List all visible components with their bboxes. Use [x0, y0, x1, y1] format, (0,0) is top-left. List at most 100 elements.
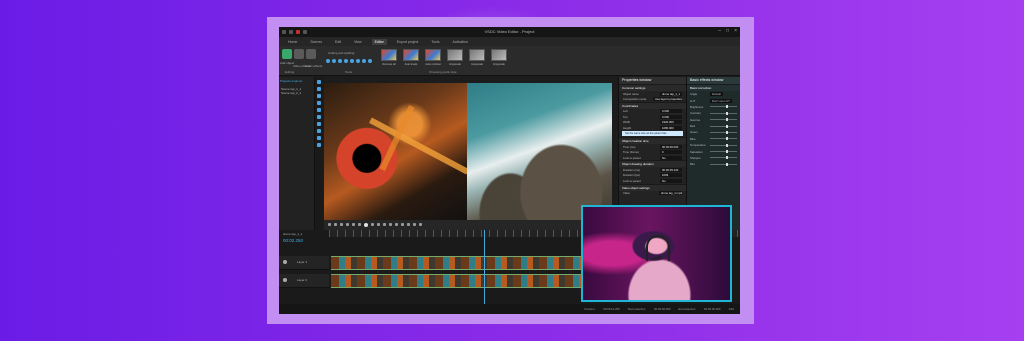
cutting-label[interactable]: Cutting and splitting	[328, 51, 354, 55]
shape-icon[interactable]	[317, 94, 321, 98]
visibility-icon[interactable]	[283, 260, 287, 264]
property-value[interactable]: Use layer's properties	[653, 97, 682, 102]
blur-slider[interactable]	[710, 162, 737, 166]
menu-scenes[interactable]: Scenes	[307, 39, 325, 45]
property-value[interactable]: 1069	[660, 173, 682, 178]
effect-auto-levels[interactable]	[403, 49, 419, 61]
property-value[interactable]: No	[660, 155, 682, 160]
property-value[interactable]: 00:00:35.120	[660, 168, 682, 173]
link-icon[interactable]	[362, 59, 366, 63]
lut-select[interactable]: Don't use LUT	[710, 98, 732, 103]
green-slider[interactable]	[710, 130, 737, 134]
zoom-level[interactable]: 14%	[728, 307, 734, 311]
mask-icon[interactable]	[317, 129, 321, 133]
playback-controls[interactable]	[324, 220, 426, 230]
effect-auto-contrast[interactable]	[425, 49, 441, 61]
zoom-icon[interactable]	[350, 59, 354, 63]
zoom-in-icon[interactable]	[334, 223, 337, 226]
property-row[interactable]: Composition mode Use layer's properties	[619, 96, 686, 102]
basic-correction-section[interactable]: Basic correction	[687, 84, 740, 91]
audio-effects-icon[interactable]	[306, 49, 316, 59]
preset-select[interactable]: Default	[710, 92, 723, 97]
prev-frame-icon[interactable]	[371, 223, 374, 226]
play-icon[interactable]	[364, 223, 368, 227]
temperature-slider[interactable]	[710, 143, 737, 147]
projects-explorer-tab[interactable]: Projects explorer	[280, 79, 303, 83]
effect-grayscale-3[interactable]	[491, 49, 507, 61]
creation-time-section[interactable]: Object creation time	[619, 137, 686, 145]
drawing-duration-section[interactable]: Object drawing duration	[619, 160, 686, 168]
video-clip-layer-1[interactable]	[331, 256, 581, 270]
menu-view[interactable]: View	[351, 39, 365, 45]
menu-export[interactable]: Export project	[394, 39, 422, 45]
close-icon[interactable]: ×	[734, 28, 737, 34]
split-icon[interactable]	[332, 59, 336, 63]
zoom-out-icon[interactable]	[328, 223, 331, 226]
menu-home[interactable]: Home	[285, 39, 300, 45]
audio-icon[interactable]	[317, 115, 321, 119]
brightness-slider[interactable]	[710, 105, 737, 109]
fit-icon[interactable]	[340, 223, 343, 226]
rewind-icon[interactable]	[383, 223, 386, 226]
sprite-icon[interactable]	[317, 143, 321, 147]
next-frame-icon[interactable]	[377, 223, 380, 226]
saturation-slider[interactable]	[710, 150, 737, 154]
playhead[interactable]	[484, 230, 485, 314]
property-value[interactable]: No	[660, 178, 682, 183]
video-icon[interactable]	[317, 108, 321, 112]
split-icon[interactable]	[407, 223, 410, 226]
forward-icon[interactable]	[389, 223, 392, 226]
property-row[interactable]: Video drone tap_1.mp4	[619, 191, 686, 196]
text-icon[interactable]	[317, 87, 321, 91]
audio-effects-label[interactable]: Audio effects	[305, 64, 322, 68]
property-value[interactable]: drone tap_1.mp4	[658, 191, 682, 196]
tools-icon-row[interactable]	[326, 59, 372, 63]
effect-grayscale-2[interactable]	[469, 49, 485, 61]
window-controls[interactable]: – □ ×	[718, 28, 737, 34]
red-slider[interactable]	[710, 124, 737, 128]
chart-icon[interactable]	[317, 122, 321, 126]
rotate-icon[interactable]	[338, 59, 342, 63]
video-effects-icon[interactable]	[294, 49, 304, 59]
property-value[interactable]: drone tap_1_1	[660, 91, 682, 96]
effect-slider-row[interactable]: Blur	[687, 161, 740, 167]
visibility-icon[interactable]	[283, 278, 287, 282]
marker-icon[interactable]	[401, 223, 404, 226]
redo-icon[interactable]	[352, 223, 355, 226]
settings-icon[interactable]	[419, 223, 422, 226]
track-header-layer-1[interactable]: Layer 1	[279, 256, 329, 270]
speed-icon[interactable]	[356, 59, 360, 63]
marker-icon[interactable]	[368, 59, 372, 63]
cursor-icon[interactable]	[317, 80, 321, 84]
subtitle-icon[interactable]	[317, 136, 321, 140]
effect-grayscale-1[interactable]	[447, 49, 463, 61]
video-preview[interactable]	[324, 83, 612, 220]
property-value[interactable]: 1920.000	[660, 120, 682, 125]
gamma-slider[interactable]	[710, 118, 737, 122]
property-value[interactable]: 00:00:00.000	[660, 144, 682, 149]
loop-icon[interactable]	[395, 223, 398, 226]
crop-icon[interactable]	[326, 59, 330, 63]
sharpen-slider[interactable]	[710, 156, 737, 160]
property-value[interactable]: 0.000	[660, 114, 682, 119]
property-value[interactable]: 1080.000	[660, 125, 682, 130]
set-same-size-button[interactable]: Set the same size as the parent has	[622, 131, 683, 137]
menu-editor[interactable]: Editor	[371, 38, 387, 45]
property-value[interactable]: 0	[660, 150, 682, 155]
coordinates-section[interactable]: Coordinates	[619, 101, 686, 109]
blue-slider[interactable]	[710, 137, 737, 141]
undo-icon[interactable]	[346, 223, 349, 226]
flip-icon[interactable]	[344, 59, 348, 63]
stop-icon[interactable]	[358, 223, 361, 226]
video-clip-layer-2[interactable]	[331, 274, 581, 288]
image-icon[interactable]	[317, 101, 321, 105]
minimize-icon[interactable]: –	[718, 28, 721, 34]
common-settings-section[interactable]: Common settings	[619, 84, 686, 91]
property-value[interactable]: 0.000	[660, 109, 682, 114]
maximize-icon[interactable]: □	[726, 28, 729, 34]
scene-label[interactable]: drone tap_1_1	[283, 232, 302, 236]
menu-tools[interactable]: Tools	[428, 39, 442, 45]
video-settings-section[interactable]: Video object settings	[619, 183, 686, 191]
effect-remove-all[interactable]	[381, 49, 397, 61]
contrast-slider[interactable]	[710, 111, 737, 115]
